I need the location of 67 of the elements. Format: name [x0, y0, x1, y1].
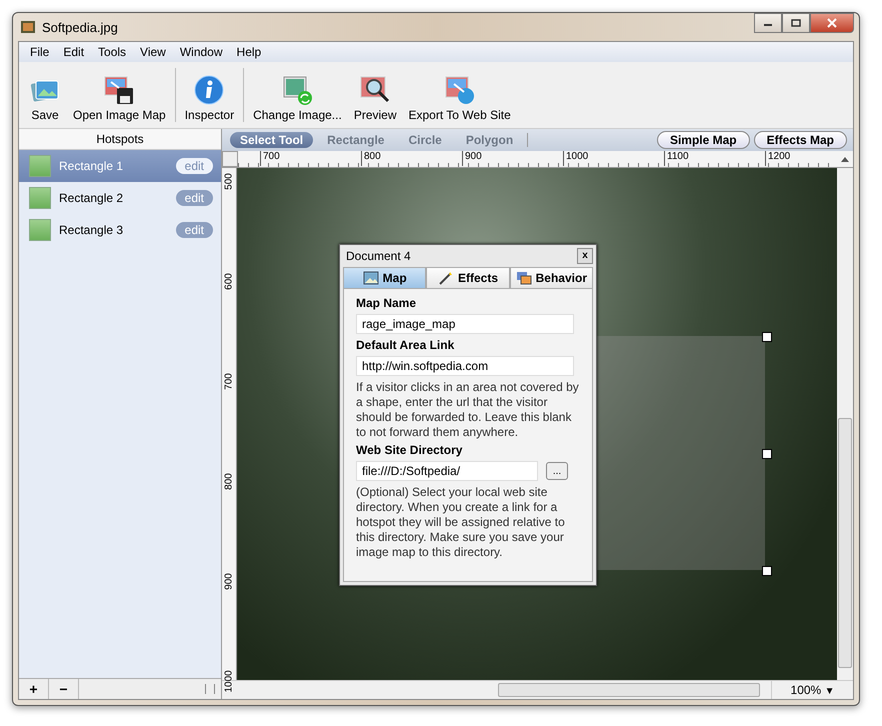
toolbar-button[interactable]: Inspector — [178, 64, 240, 126]
map-mode-button[interactable]: Effects Map — [754, 131, 847, 149]
ruler-label: 1000 — [224, 670, 234, 692]
windows-icon — [516, 271, 532, 285]
menu-item[interactable]: Tools — [91, 45, 134, 59]
dialog-tab[interactable]: Map — [343, 267, 426, 289]
toolbar-button[interactable]: Change Image... — [247, 64, 348, 126]
ruler-label: 1100 — [664, 151, 689, 166]
magic-wand-icon — [438, 271, 454, 285]
hotspot-swatch-icon — [29, 155, 51, 177]
dialog-title: Document 4 — [346, 249, 411, 263]
map-name-field[interactable]: rage_image_map — [356, 314, 574, 334]
floppy-icon — [103, 74, 136, 106]
minimize-button[interactable] — [754, 13, 782, 33]
menu-item[interactable]: File — [23, 45, 56, 59]
hotspots-header: Hotspots — [19, 129, 221, 150]
browse-button[interactable]: ... — [546, 462, 568, 480]
field-label: Default Area Link — [356, 338, 456, 352]
hotspot-swatch-icon — [29, 219, 51, 241]
ruler-label: 1000 — [563, 151, 588, 166]
picture-icon — [362, 271, 379, 285]
ruler-label: 600 — [224, 272, 234, 292]
ruler-label: 900 — [462, 151, 482, 166]
close-button[interactable]: x — [577, 248, 593, 264]
hotspot-label: Rectangle 3 — [59, 223, 124, 237]
ruler-label: 700 — [224, 372, 234, 392]
ruler-label: 800 — [361, 151, 381, 166]
close-icon — [827, 18, 837, 28]
resize-handle[interactable] — [762, 332, 772, 342]
field-label: Web Site Directory — [356, 443, 464, 457]
maximize-icon — [791, 19, 801, 27]
ruler-label: 500 — [224, 172, 234, 192]
menu-item[interactable]: Help — [230, 45, 268, 59]
tool-tab[interactable]: Select Tool — [230, 132, 314, 148]
toolbar-button[interactable]: Save — [23, 64, 67, 126]
resize-handle[interactable] — [762, 449, 772, 459]
hotspot-swatch-icon — [29, 187, 51, 209]
directory-field[interactable]: file:///D:/Softpedia/ — [356, 461, 538, 481]
resize-grip-icon — [205, 684, 215, 694]
toolbar-button[interactable]: Preview — [348, 64, 402, 126]
field-label: Map Name — [356, 296, 418, 310]
hotspot-label: Rectangle 2 — [59, 191, 124, 205]
toolbar-button[interactable]: Export To Web Site — [402, 64, 517, 126]
window-title: Softpedia.jpg — [42, 20, 118, 34]
ruler-label: 1200 — [765, 151, 790, 166]
hotspot-label: Rectangle 1 — [59, 159, 124, 173]
map-mode-button[interactable]: Simple Map — [656, 131, 750, 149]
hotspot-item[interactable]: Rectangle 2 edit — [19, 182, 221, 214]
dialog-tab[interactable]: Effects — [426, 267, 510, 289]
help-text: If a visitor clicks in an area not covered by a shape, enter the url that the visitor should be forwarded to. Leave this blank to not forward them anywhere. — [356, 380, 580, 440]
globe-image-icon — [444, 74, 476, 106]
info-icon — [193, 74, 226, 106]
resize-handle[interactable] — [762, 566, 772, 576]
ruler-label: 900 — [224, 572, 234, 592]
refresh-image-icon — [281, 74, 314, 106]
area-link-field[interactable]: http://win.softpedia.com — [356, 356, 574, 376]
toolbar-button[interactable]: Open Image Map — [67, 64, 172, 126]
dialog-tab[interactable]: Behavior — [510, 267, 593, 289]
hotspot-item[interactable]: Rectangle 3 edit — [19, 214, 221, 246]
ruler-label: 700 — [260, 151, 280, 166]
close-button[interactable] — [810, 13, 854, 33]
maximize-button[interactable] — [782, 13, 810, 33]
menu-item[interactable]: View — [133, 45, 173, 59]
ruler-label: 800 — [224, 472, 234, 492]
menu-item[interactable]: Window — [172, 45, 230, 59]
menu-item[interactable]: Edit — [56, 45, 92, 59]
help-text: (Optional) Select your local web site directory. When you create a link for a hotspot they will be assigned relative to this directory. Make sure you save your image map to this directory. — [356, 485, 566, 560]
